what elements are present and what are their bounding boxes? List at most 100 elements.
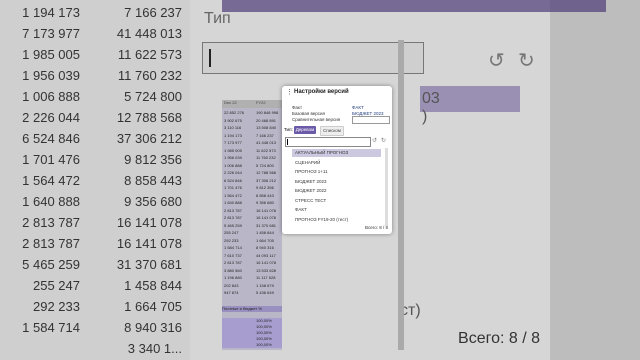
undo-icon[interactable]: ↺ bbox=[488, 48, 505, 73]
mini-table-row: 1 701 476 9 812 356 bbox=[222, 185, 282, 191]
mini-table-row: 3 902 675 20 468 891 bbox=[222, 118, 282, 124]
cell: 37 306 212 bbox=[256, 177, 277, 183]
cell: 1 985 005 bbox=[224, 147, 242, 153]
cell: 1 458 844 bbox=[256, 230, 274, 235]
mini-footer-label: Плотные и бюджет % bbox=[222, 306, 282, 312]
version-list-item[interactable]: АКТУАЛЬНЫЙ ПРОГНОЗ bbox=[292, 149, 381, 157]
version-list-item[interactable]: СЦЕНАРИЙ bbox=[292, 159, 381, 167]
mini-table-row: 2 226 044 12 788 568 bbox=[222, 170, 282, 176]
cell: 11 760 232 bbox=[117, 68, 182, 83]
cell: 3 902 675 bbox=[224, 117, 242, 123]
compare-version-select[interactable] bbox=[352, 116, 390, 124]
cell: 1 701 476 bbox=[224, 185, 242, 190]
list-scrollbar[interactable] bbox=[385, 148, 388, 226]
panel-scrollbar[interactable] bbox=[398, 40, 404, 350]
mini-table: Dec 22 FY22 22 852 276 190 848 998 3 902 6… bbox=[222, 100, 282, 350]
cell: 37 306 212 bbox=[116, 131, 182, 146]
background-table: 1 194 173 7 166 237 7 173 977 41 448 013 1 9… bbox=[0, 0, 190, 360]
cell: 1 584 714 bbox=[22, 320, 80, 335]
mini-header-col1: Dec 22 bbox=[224, 100, 237, 105]
table-row: 1 006 888 5 724 800 bbox=[0, 88, 190, 106]
version-list-item[interactable]: СТРЕСС ТЕСТ bbox=[292, 197, 381, 205]
cell: 6 524 846 bbox=[22, 131, 80, 146]
type-label: Тип bbox=[204, 10, 231, 27]
tab-list[interactable]: Списком bbox=[320, 126, 344, 136]
version-list-item[interactable]: ФАКТ bbox=[292, 206, 381, 214]
cell: 255 247 bbox=[33, 278, 80, 293]
table-row: 1 956 039 11 760 232 bbox=[0, 67, 190, 85]
mini-table-row: 947 874 5 436 649 bbox=[222, 290, 282, 296]
cell: 41 448 013 bbox=[116, 26, 182, 41]
cell: 7 173 977 bbox=[22, 26, 80, 41]
cell: 5 465 259 bbox=[22, 257, 80, 272]
cell: 2 226 044 bbox=[22, 110, 80, 125]
version-list-item[interactable]: БЮДЖЕТ 2022 bbox=[292, 187, 381, 195]
fact-label: Факт bbox=[292, 105, 303, 110]
cell: 2 813 787 bbox=[224, 260, 242, 265]
mini-table-header: Dec 22 FY22 bbox=[222, 100, 282, 108]
cell: 255 247 bbox=[224, 230, 239, 235]
table-row: 1 640 888 9 356 680 bbox=[0, 193, 190, 211]
cell: 13 533 628 bbox=[256, 267, 277, 273]
mini-header-col2: FY22 bbox=[256, 100, 266, 105]
cell: 1 640 888 bbox=[22, 194, 80, 209]
version-list-item[interactable]: БЮДЖЕТ 2023 bbox=[292, 178, 381, 186]
version-settings-modal: ⋮ Настройки версий Факт ФАКТ Базовая вер… bbox=[282, 86, 392, 234]
panel-topbar bbox=[222, 0, 606, 12]
mini-table-row: 22 852 276 190 848 998 bbox=[222, 110, 282, 116]
cell: 292 233 bbox=[224, 237, 239, 243]
search-input[interactable] bbox=[285, 137, 371, 147]
version-list-item[interactable]: ПРОГНОЗ FY19-20 (тест) bbox=[292, 216, 381, 224]
cell: 31 370 681 bbox=[116, 257, 182, 272]
cell: 1 006 888 bbox=[22, 89, 80, 104]
cell: 2 813 787 bbox=[224, 207, 242, 213]
cell: 9 812 356 bbox=[256, 185, 274, 190]
mini-table-row: 1 640 888 9 356 680 bbox=[222, 200, 282, 206]
modal-title: Настройки версий bbox=[294, 89, 349, 95]
table-row: 3 340 1... bbox=[0, 340, 190, 358]
cell: 2 813 787 bbox=[22, 215, 80, 230]
cell: 31 370 681 bbox=[256, 222, 277, 228]
compare-version-field[interactable]: Сравнительная версия bbox=[292, 116, 390, 124]
mini-table-row: 202 843 1 158 679 bbox=[222, 283, 282, 289]
table-row: 255 247 1 458 844 bbox=[0, 277, 190, 295]
cell: 1 584 714 bbox=[224, 245, 242, 250]
mini-table-row: 7 173 977 41 448 013 bbox=[222, 140, 282, 146]
cell: 100,00% bbox=[256, 324, 272, 329]
undo-icon[interactable]: ↺ bbox=[372, 137, 377, 144]
cell: 11 622 573 bbox=[256, 147, 276, 153]
background-search-input[interactable] bbox=[202, 42, 424, 74]
refresh-icon[interactable]: ↻ bbox=[518, 48, 535, 73]
mini-table-row: 6 524 846 37 306 212 bbox=[222, 178, 282, 184]
cell: 1 701 476 bbox=[22, 152, 80, 167]
background-number-fragment: 03 bbox=[422, 90, 440, 107]
mini-table-row: 1 194 173 7 166 237 bbox=[222, 133, 282, 139]
cell: 1 956 039 bbox=[22, 68, 80, 83]
cell: 1 196 880 bbox=[224, 275, 242, 280]
mini-table-row: 2 813 787 16 141 078 bbox=[222, 215, 282, 221]
version-list-item[interactable]: ПРОГНОЗ 1+11 bbox=[292, 168, 381, 176]
table-row: 1 194 173 7 166 237 bbox=[0, 4, 190, 22]
cell: 16 141 078 bbox=[116, 236, 182, 251]
cell: 7 166 237 bbox=[256, 132, 274, 138]
type-label: Тип: bbox=[284, 127, 293, 132]
cell: 9 356 680 bbox=[256, 200, 274, 205]
tab-tree[interactable]: Деревом bbox=[294, 126, 316, 134]
cell: 11 760 232 bbox=[256, 155, 276, 160]
cell: 3 340 1... bbox=[127, 341, 182, 356]
cell: 20 468 891 bbox=[256, 117, 277, 123]
table-row: 6 524 846 37 306 212 bbox=[0, 130, 190, 148]
table-row: 292 233 1 664 705 bbox=[0, 298, 190, 316]
cell: 1 956 039 bbox=[224, 155, 242, 160]
cell: 100,00% bbox=[256, 342, 272, 347]
cell: 2 813 787 bbox=[22, 236, 80, 251]
cell: 9 812 356 bbox=[124, 152, 182, 167]
cell: 3 880 560 bbox=[224, 267, 242, 273]
cell: 1 194 173 bbox=[22, 5, 80, 20]
more-options-icon[interactable]: ⋮ bbox=[286, 88, 293, 96]
mini-table-row: 1 584 714 8 940 316 bbox=[222, 245, 282, 251]
fact-value[interactable]: ФАКТ bbox=[352, 105, 364, 110]
cell: 1 158 679 bbox=[256, 282, 274, 288]
refresh-icon[interactable]: ↻ bbox=[381, 137, 386, 144]
mini-table-row: 1 956 039 11 760 232 bbox=[222, 155, 282, 161]
